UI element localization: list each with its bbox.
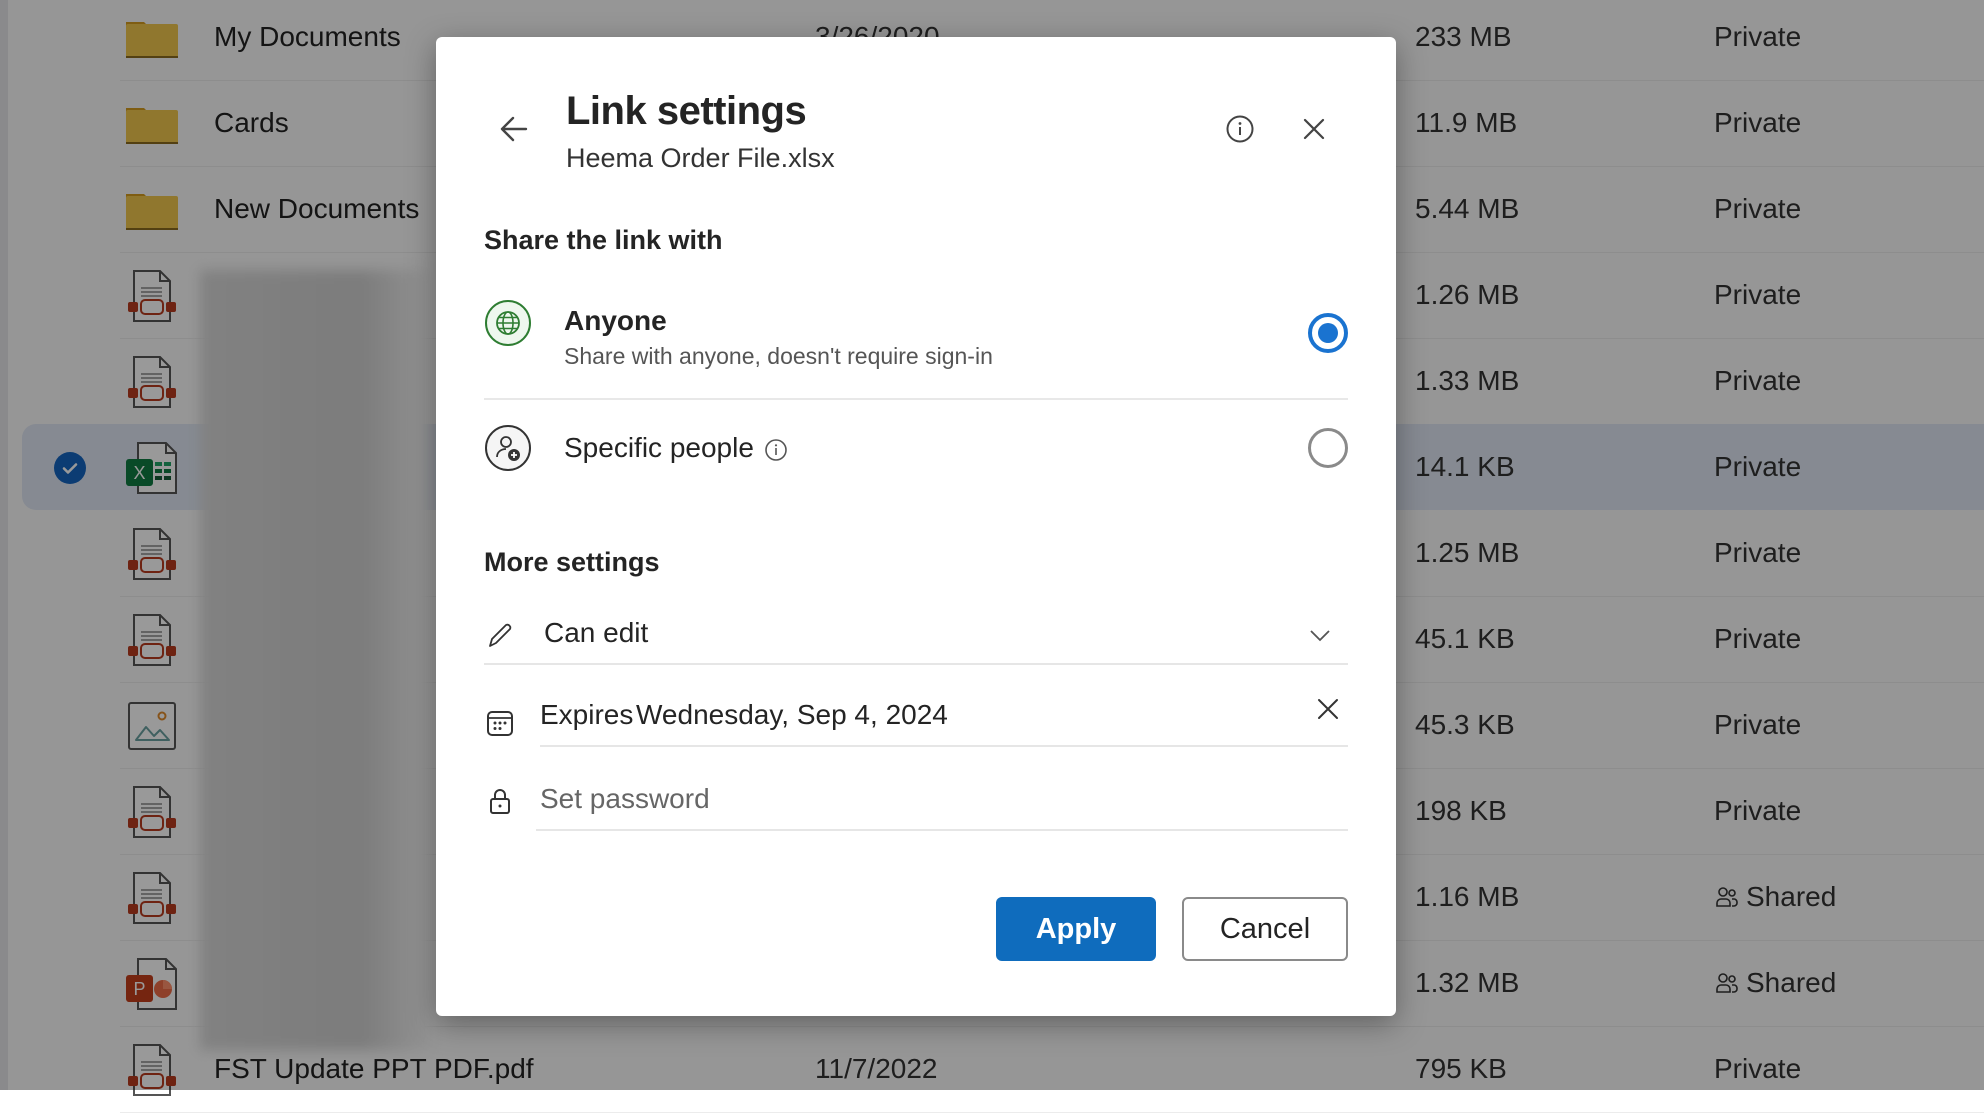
close-icon — [1303, 118, 1325, 140]
person-add-icon — [484, 424, 532, 472]
expiry-underline — [540, 745, 1348, 747]
option-specific-people-label: Specific people — [564, 432, 754, 463]
option-anyone-label: Anyone — [564, 305, 667, 336]
permission-underline — [484, 663, 1348, 665]
radio-specific-people[interactable] — [1308, 428, 1348, 468]
globe-icon — [484, 299, 532, 347]
apply-button[interactable]: Apply — [996, 897, 1156, 961]
permission-dropdown[interactable]: Can edit — [484, 605, 1348, 665]
password-input[interactable]: Set password — [540, 783, 710, 815]
link-settings-dialog: Link settings Heema Order File.xlsx Shar… — [436, 37, 1396, 1016]
cancel-button[interactable]: Cancel — [1182, 897, 1348, 961]
option-anyone-description: Share with anyone, doesn't require sign-… — [564, 343, 993, 369]
lock-icon — [490, 789, 510, 814]
share-section-heading: Share the link with — [484, 225, 723, 255]
back-button[interactable] — [494, 109, 534, 149]
expiry-date-field[interactable]: Expires Wednesday, Sep 4, 2024 — [484, 687, 1348, 747]
clear-expiry-icon[interactable] — [1314, 695, 1342, 723]
more-settings-heading: More settings — [484, 547, 660, 577]
password-underline — [536, 829, 1348, 831]
close-button[interactable] — [1298, 113, 1330, 145]
password-field[interactable]: Set password — [484, 771, 1348, 831]
radio-anyone[interactable] — [1308, 313, 1348, 353]
dialog-title: Link settings — [566, 89, 807, 133]
option-specific-people[interactable]: Specific people — [484, 424, 1348, 494]
calendar-icon — [487, 711, 513, 736]
expiry-label: Expires — [540, 699, 634, 730]
dialog-subtitle-filename: Heema Order File.xlsx — [566, 143, 835, 173]
option-divider — [484, 398, 1348, 400]
pencil-icon — [489, 623, 512, 647]
chevron-down-icon — [1310, 630, 1330, 642]
option-anyone[interactable]: Anyone Share with anyone, doesn't requir… — [484, 299, 1348, 399]
permission-value: Can edit — [544, 617, 649, 648]
info-icon — [1226, 115, 1254, 143]
arrow-left-icon — [500, 116, 528, 142]
specific-people-info-icon[interactable] — [764, 438, 788, 462]
expiry-date-value: Wednesday, Sep 4, 2024 — [636, 699, 948, 730]
info-button[interactable] — [1224, 113, 1256, 145]
